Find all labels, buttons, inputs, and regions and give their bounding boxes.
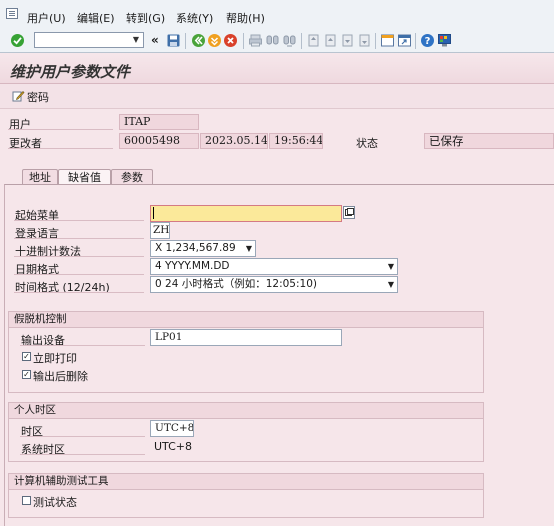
- delete-after-output-checkbox[interactable]: ✓: [22, 370, 31, 379]
- command-field[interactable]: ▼: [34, 32, 144, 48]
- previous-page-icon[interactable]: [323, 33, 338, 48]
- cancel-icon[interactable]: [223, 33, 238, 48]
- logon-language-input[interactable]: ZH: [150, 222, 170, 239]
- test-status-checkbox[interactable]: [22, 496, 31, 505]
- start-menu-input[interactable]: [150, 205, 342, 222]
- spool-control-title: 假脱机控制: [9, 312, 483, 328]
- label-underline: [14, 292, 144, 293]
- toolbar-separator: [185, 33, 186, 49]
- title-bar: 维护用户参数文件: [0, 53, 554, 84]
- print-icon[interactable]: [248, 33, 263, 48]
- timezone-input[interactable]: UTC+8: [150, 420, 194, 437]
- text-cursor: [153, 207, 154, 219]
- page-title: 维护用户参数文件: [10, 63, 131, 81]
- menu-bar: 用户(U) 编辑(E) 转到(G) 系统(Y) 帮助(H): [0, 0, 554, 31]
- output-device-input[interactable]: LP01: [150, 329, 342, 346]
- chevron-down-icon[interactable]: ▼: [388, 259, 394, 274]
- changed-time-value: 19:56:44: [269, 133, 323, 149]
- personal-timezone-title: 个人时区: [9, 403, 483, 419]
- label-underline: [14, 256, 144, 257]
- date-format-value: 4 YYYY.MM.DD: [155, 260, 230, 272]
- password-button-label: 密码: [27, 91, 49, 104]
- toolbar-separator: [301, 33, 302, 49]
- system-toolbar: ▼ « ?: [0, 30, 554, 53]
- menu-edit[interactable]: 编辑(E): [77, 10, 115, 26]
- chevron-down-icon[interactable]: ▼: [388, 277, 394, 292]
- app-menu-icon[interactable]: [6, 8, 18, 19]
- enter-icon[interactable]: [10, 33, 25, 48]
- customize-layout-icon[interactable]: [437, 33, 452, 48]
- find-next-icon[interactable]: [282, 33, 297, 48]
- svg-text:?: ?: [425, 36, 431, 47]
- system-timezone-value: UTC+8: [154, 440, 193, 453]
- decimal-notation-select[interactable]: X 1,234,567.89 ▼: [150, 240, 256, 257]
- tab-parameters[interactable]: 参数: [111, 169, 153, 185]
- label-underline: [8, 148, 113, 149]
- label-underline: [8, 129, 113, 130]
- catt-title: 计算机辅助测试工具: [9, 474, 483, 490]
- value-help-icon: [345, 208, 354, 216]
- menu-goto[interactable]: 转到(G): [126, 10, 165, 26]
- label-underline: [14, 220, 144, 221]
- exit-icon[interactable]: [207, 33, 222, 48]
- help-icon[interactable]: ?: [420, 33, 435, 48]
- create-session-icon[interactable]: [380, 33, 395, 48]
- toolbar-separator: [375, 33, 376, 49]
- time-format-select[interactable]: 0 24 小时格式（例如：12:05:10) ▼: [150, 276, 398, 293]
- first-page-icon[interactable]: [306, 33, 321, 48]
- print-immediately-label: 立即打印: [33, 352, 77, 365]
- user-value: ITAP: [119, 114, 199, 130]
- label-underline: [14, 274, 144, 275]
- find-icon[interactable]: [265, 33, 280, 48]
- toolbar-separator: [415, 33, 416, 49]
- match-code-icon[interactable]: [343, 206, 355, 219]
- shortcut-icon[interactable]: [397, 33, 412, 48]
- label-underline: [20, 436, 145, 437]
- application-toolbar: 密码: [0, 84, 554, 109]
- edit-pencil-icon: [12, 90, 25, 102]
- status-label: 状态: [356, 137, 378, 150]
- back-icon[interactable]: [191, 33, 206, 48]
- date-format-select[interactable]: 4 YYYY.MM.DD ▼: [150, 258, 398, 275]
- toolbar-separator: [243, 33, 244, 49]
- collapse-command-icon[interactable]: «: [151, 33, 159, 47]
- menu-system[interactable]: 系统(Y): [176, 10, 213, 26]
- label-underline: [20, 454, 145, 455]
- print-immediately-checkbox[interactable]: ✓: [22, 352, 31, 361]
- menu-user[interactable]: 用户(U): [27, 10, 66, 26]
- status-value: 已保存: [424, 133, 554, 149]
- delete-after-output-label: 输出后删除: [33, 370, 88, 383]
- menu-help[interactable]: 帮助(H): [226, 10, 265, 26]
- changed-by-value: 60005498: [119, 133, 199, 149]
- command-dropdown-icon[interactable]: ▼: [129, 33, 143, 47]
- label-underline: [20, 345, 145, 346]
- decimal-notation-value: X 1,234,567.89: [155, 242, 236, 254]
- catt-group: 计算机辅助测试工具: [8, 473, 484, 518]
- save-icon[interactable]: [166, 33, 181, 48]
- personal-timezone-group: 个人时区: [8, 402, 484, 462]
- label-underline: [14, 238, 144, 239]
- changed-date-value: 2023.05.14: [200, 133, 268, 149]
- next-page-icon[interactable]: [340, 33, 355, 48]
- last-page-icon[interactable]: [357, 33, 372, 48]
- test-status-label: 测试状态: [33, 496, 77, 509]
- tab-address[interactable]: 地址: [22, 169, 58, 185]
- chevron-down-icon[interactable]: ▼: [246, 241, 252, 256]
- time-format-value: 0 24 小时格式（例如：12:05:10): [155, 278, 317, 290]
